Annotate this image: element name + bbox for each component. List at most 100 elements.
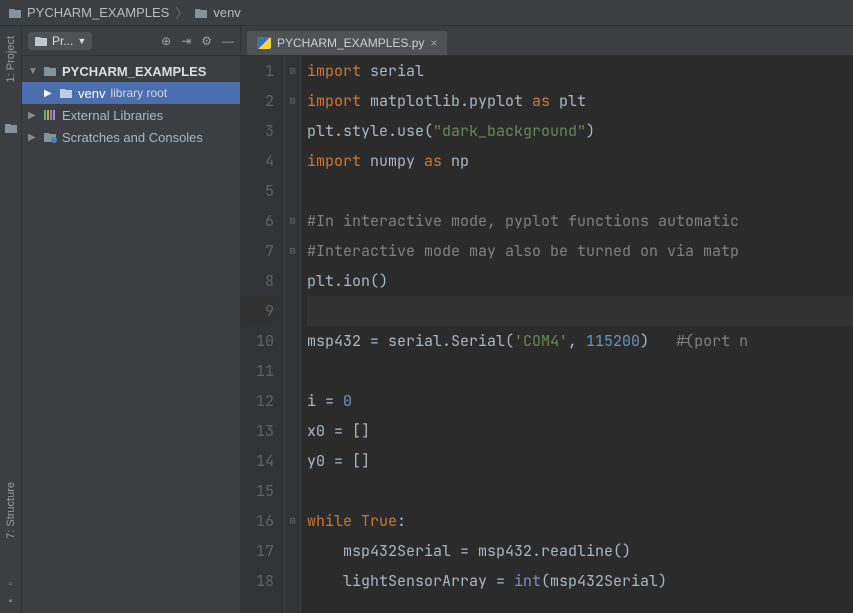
folder-icon [34,35,48,47]
line-number[interactable]: 6 [241,206,274,236]
tree-external-libs-node[interactable]: ▶ External Libraries [22,104,240,126]
fold-marker [285,326,300,356]
tree-scratches-node[interactable]: ▶ Scratches and Consoles [22,126,240,148]
fold-marker[interactable]: ⊟ [285,206,300,236]
fold-marker [285,446,300,476]
line-number[interactable]: 1 [241,56,274,86]
fold-gutter[interactable]: ⊟⊟⊟⊟⊟ [285,56,301,613]
tree-venv-node[interactable]: ▶ venv library root [22,82,240,104]
line-number[interactable]: 13 [241,416,274,446]
left-tool-rail: 1: Project 7: Structure ▫ ▪ [0,26,22,613]
rail-tab-project[interactable]: 1: Project [5,36,17,82]
breadcrumb-child-label: venv [213,5,240,20]
code-line[interactable]: while True: [307,506,853,536]
tree-root-label: PYCHARM_EXAMPLES [62,64,206,79]
editor-area: PYCHARM_EXAMPLES.py × 123456789101112131… [241,26,853,613]
code-line[interactable]: #In interactive mode, pyplot functions a… [307,206,853,236]
fold-marker [285,116,300,146]
tree-scratches-label: Scratches and Consoles [62,130,203,145]
line-number[interactable]: 18 [241,566,274,596]
line-number[interactable]: 17 [241,536,274,566]
fold-marker[interactable]: ⊟ [285,236,300,266]
code-line[interactable]: lightSensorArray = int(msp432Serial) [307,566,853,596]
fold-marker [285,566,300,596]
code-line[interactable] [307,296,853,326]
line-number[interactable]: 11 [241,356,274,386]
tree-root-node[interactable]: ▼ PYCHARM_EXAMPLES [22,60,240,82]
breadcrumb-child[interactable]: venv [194,5,240,20]
chevron-down-icon[interactable]: ▼ [28,66,38,77]
fold-marker [285,146,300,176]
rail-tab-project-label: 1: Project [5,36,17,82]
editor-tabs: PYCHARM_EXAMPLES.py × [241,26,853,56]
code-line[interactable]: import serial [307,56,853,86]
line-number[interactable]: 5 [241,176,274,206]
minimize-icon[interactable]: — [222,34,234,48]
editor-tab[interactable]: PYCHARM_EXAMPLES.py × [247,31,447,55]
code-line[interactable] [307,476,853,506]
line-number[interactable]: 3 [241,116,274,146]
code-editor[interactable]: 123456789101112131415161718 ⊟⊟⊟⊟⊟ import… [241,56,853,613]
rail-tab-structure[interactable]: 7: Structure [5,482,17,539]
rail-tab-structure-label: 7: Structure [5,482,17,539]
code-line[interactable]: i = 0 [307,386,853,416]
line-number[interactable]: 2 [241,86,274,116]
project-view-label: Pr... [52,34,73,48]
project-tool-window: Pr... ▼ ⊕ ⇥ ⚙ — ▼ PYCHARM_EXAMPLES ▶ ven… [22,26,241,613]
line-number[interactable]: 4 [241,146,274,176]
breadcrumb-root-label: PYCHARM_EXAMPLES [27,5,169,20]
fold-marker [285,416,300,446]
tree-external-libs-label: External Libraries [62,108,163,123]
code-line[interactable]: plt.style.use("dark_background") [307,116,853,146]
chevron-right-icon[interactable]: ▶ [28,132,38,143]
folder-icon [194,7,208,19]
code-line[interactable]: #Interactive mode may also be turned on … [307,236,853,266]
fold-marker[interactable]: ⊟ [285,56,300,86]
breadcrumb-root[interactable]: PYCHARM_EXAMPLES [8,5,169,20]
fold-marker [285,356,300,386]
code-line[interactable]: plt.ion() [307,266,853,296]
line-number[interactable]: 7 [241,236,274,266]
folder-icon[interactable] [4,122,18,134]
code-line[interactable]: y0 = [] [307,446,853,476]
python-file-icon [257,37,271,49]
fold-marker [285,536,300,566]
project-tree[interactable]: ▼ PYCHARM_EXAMPLES ▶ venv library root ▶… [22,56,240,152]
line-number[interactable]: 9 [241,296,274,326]
fold-marker [285,266,300,296]
locate-icon[interactable]: ⊕ [161,34,171,48]
fold-marker[interactable]: ⊟ [285,506,300,536]
chevron-right-icon[interactable]: ▶ [44,88,54,99]
folder-icon [8,7,22,19]
line-number[interactable]: 10 [241,326,274,356]
breadcrumb: PYCHARM_EXAMPLES 〉 venv [0,0,853,26]
code-line[interactable]: import numpy as np [307,146,853,176]
gear-icon[interactable]: ⚙ [201,34,212,48]
code-line[interactable]: msp432 = serial.Serial('COM4', 115200) #… [307,326,853,356]
line-number[interactable]: 16 [241,506,274,536]
code-line[interactable] [307,356,853,386]
chevron-down-icon: ▼ [77,36,86,46]
line-number[interactable]: 8 [241,266,274,296]
tree-venv-hint: library root [110,86,167,100]
line-number[interactable]: 12 [241,386,274,416]
rail-bottom-icon-1[interactable]: ▫ [9,579,13,590]
code-line[interactable]: import matplotlib.pyplot as plt [307,86,853,116]
fold-marker [285,476,300,506]
close-icon[interactable]: × [430,36,437,50]
rail-bottom-icon-2[interactable]: ▪ [9,596,13,607]
collapse-icon[interactable]: ⇥ [181,34,191,48]
code-content[interactable]: import serialimport matplotlib.pyplot as… [301,56,853,613]
project-view-selector[interactable]: Pr... ▼ [28,32,92,50]
code-line[interactable] [307,176,853,206]
libraries-icon [43,109,57,121]
code-line[interactable]: msp432Serial = msp432.readline() [307,536,853,566]
line-number-gutter[interactable]: 123456789101112131415161718 [241,56,285,613]
chevron-right-icon[interactable]: ▶ [28,110,38,121]
fold-marker[interactable]: ⊟ [285,86,300,116]
scratches-icon [43,131,57,143]
line-number[interactable]: 15 [241,476,274,506]
folder-icon [43,65,57,77]
line-number[interactable]: 14 [241,446,274,476]
code-line[interactable]: x0 = [] [307,416,853,446]
